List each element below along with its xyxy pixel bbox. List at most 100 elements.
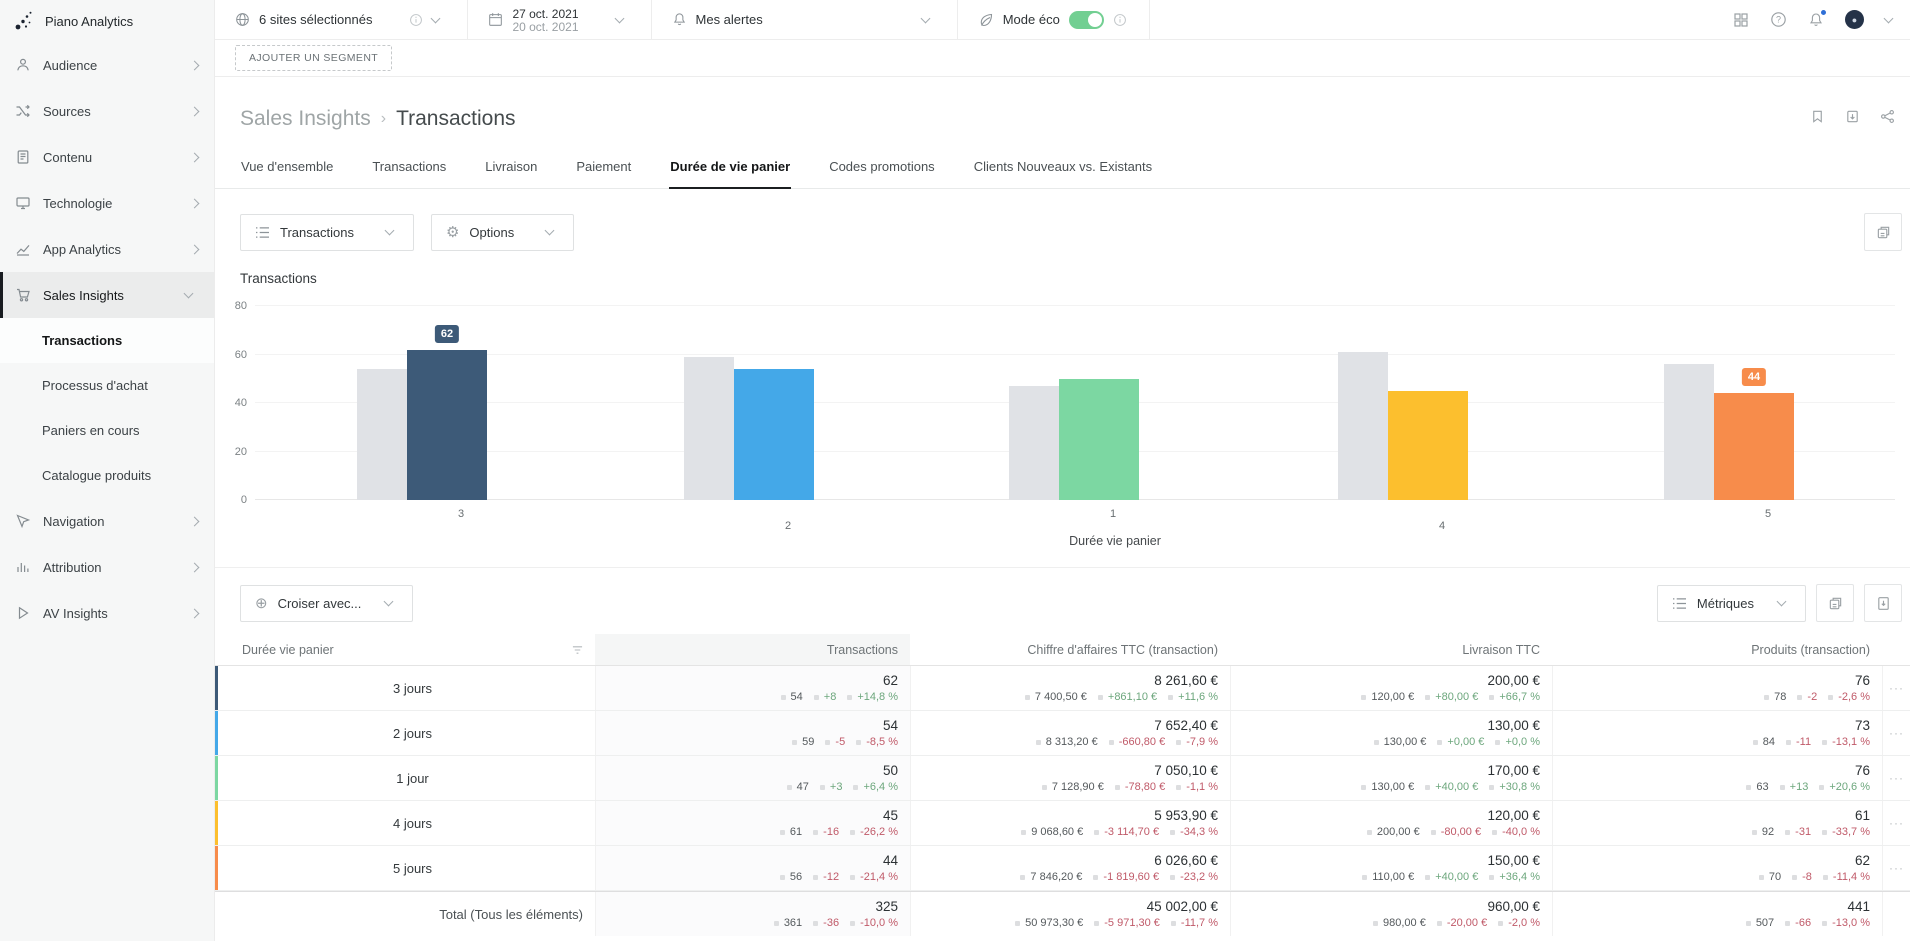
row-label-cell: 1 jour (215, 756, 595, 800)
tab-codes-promotions[interactable]: Codes promotions (828, 149, 936, 189)
bar-previous-period[interactable] (1664, 364, 1714, 500)
row-actions-button[interactable]: ··· (1882, 801, 1910, 845)
comparison-value: -11,7 % (1181, 917, 1218, 929)
comparison-value: -26,2 % (860, 826, 898, 838)
column-header-chiffre-d-affaires-ttc-transaction-[interactable]: Chiffre d'affaires TTC (transaction) (910, 634, 1230, 665)
site-selector[interactable]: 6 sites sélectionnés (215, 0, 468, 39)
metrics-dropdown[interactable]: Métriques (1657, 585, 1806, 622)
chevron-down-icon (545, 226, 555, 236)
tab-vue-d-ensemble[interactable]: Vue d'ensemble (240, 149, 334, 189)
metric-comparison: 507-66-13,0 % (1746, 917, 1870, 929)
sidebar-item-attribution[interactable]: Attribution (0, 544, 214, 590)
comparison-value: 200,00 € (1377, 826, 1420, 838)
bar-previous-period[interactable] (1009, 386, 1059, 500)
sidebar-item-sales-insights[interactable]: Sales Insights (0, 272, 214, 318)
tab-transactions[interactable]: Transactions (371, 149, 447, 189)
metric-cell: 7663+13+20,6 % (1552, 756, 1882, 800)
comparison-bullet-icon (1025, 695, 1030, 700)
download-table-button[interactable] (1864, 584, 1902, 622)
bar-previous-period[interactable] (1338, 352, 1388, 500)
piano-analytics-logo-icon (14, 10, 36, 32)
sidebar-item-label: Sources (43, 104, 191, 119)
cross-with-dropdown[interactable]: ⊕ Croiser avec... (240, 585, 413, 622)
notifications-button[interactable] (1808, 12, 1824, 28)
column-header-produits-transaction-[interactable]: Produits (transaction) (1552, 634, 1882, 665)
user-menu[interactable]: ● (1845, 10, 1864, 29)
sidebar-subitem-transactions[interactable]: Transactions (0, 318, 214, 363)
comparison-value: +20,6 % (1829, 781, 1870, 793)
sidebar-subitem-processus-d-achat[interactable]: Processus d'achat (0, 363, 214, 408)
bar-current-period[interactable] (1714, 393, 1794, 500)
metric-cell: 4456-12-21,4 % (595, 846, 910, 890)
sidebar-subitem-catalogue-produits[interactable]: Catalogue produits (0, 453, 214, 498)
tab-livraison[interactable]: Livraison (484, 149, 538, 189)
column-header-transactions[interactable]: Transactions (595, 634, 910, 665)
options-dropdown[interactable]: ⚙ Options (431, 214, 574, 251)
alerts-selector[interactable]: Mes alertes (652, 0, 958, 39)
sidebar-item-av-insights[interactable]: AV Insights (0, 590, 214, 636)
av-insights-icon (15, 605, 31, 621)
help-button[interactable]: ? (1770, 11, 1787, 28)
comparison-value: 56 (790, 871, 802, 883)
metric-comparison: 980,00 €-20,00 €-2,0 % (1373, 917, 1540, 929)
topbar-right: ? ● (1733, 0, 1910, 39)
brand[interactable]: Piano Analytics (0, 0, 214, 42)
sidebar-item-technologie[interactable]: Technologie (0, 180, 214, 226)
bar-previous-period[interactable] (357, 369, 407, 500)
sidebar-item-sources[interactable]: Sources (0, 88, 214, 134)
column-header-dur-e-vie-panier[interactable]: Durée vie panier (215, 634, 595, 665)
comparison-value: -31 (1795, 826, 1811, 838)
bar-previous-period[interactable] (684, 357, 734, 500)
comparison-value: 50 973,30 € (1025, 917, 1083, 929)
column-header-livraison-ttc[interactable]: Livraison TTC (1230, 634, 1552, 665)
sidebar-item-app-analytics[interactable]: App Analytics (0, 226, 214, 272)
duplicate-table-button[interactable] (1816, 584, 1854, 622)
breadcrumb-parent[interactable]: Sales Insights (240, 107, 371, 131)
comparison-bullet-icon (1498, 921, 1503, 926)
metric-value: 76 (1855, 673, 1870, 688)
comparison-value: -2 (1807, 691, 1817, 703)
row-actions-button[interactable]: ··· (1882, 756, 1910, 800)
tab-dur-e-de-vie-panier[interactable]: Durée de vie panier (669, 149, 791, 189)
row-actions-button[interactable]: ··· (1882, 666, 1910, 710)
comparison-value: -40,0 % (1502, 826, 1540, 838)
bar-current-period[interactable] (407, 350, 487, 500)
dataset-dropdown[interactable]: Transactions (240, 214, 414, 251)
comparison-bullet-icon (774, 921, 779, 926)
comparison-value: +40,00 € (1435, 871, 1478, 883)
sidebar-item-navigation[interactable]: Navigation (0, 498, 214, 544)
comparison-value: -36 (823, 917, 839, 929)
bookmark-button[interactable] (1810, 109, 1825, 124)
comparison-value: -13,1 % (1832, 736, 1870, 748)
sidebar-subitem-paniers-en-cours[interactable]: Paniers en cours (0, 408, 214, 453)
eco-mode-toggle[interactable] (1069, 11, 1104, 29)
metric-value: 150,00 € (1487, 853, 1540, 868)
duplicate-chart-button[interactable] (1864, 213, 1902, 251)
copy-icon (1828, 596, 1843, 611)
bar-current-period[interactable] (1059, 379, 1139, 500)
tab-clients-nouveaux-vs-existants[interactable]: Clients Nouveaux vs. Existants (973, 149, 1153, 189)
metric-value: 62 (883, 673, 898, 688)
row-actions-button[interactable]: ··· (1882, 711, 1910, 755)
comparison-bullet-icon (1361, 785, 1366, 790)
share-button[interactable] (1880, 109, 1895, 124)
sidebar: Piano Analytics Audience Sources ContenuTe… (0, 0, 215, 941)
download-file-icon (1876, 596, 1891, 611)
filter-icon[interactable] (572, 645, 583, 655)
tab-paiement[interactable]: Paiement (575, 149, 632, 189)
metric-comparison: 92-31-33,7 % (1752, 826, 1870, 838)
apps-grid-button[interactable] (1733, 12, 1749, 28)
comparison-bullet-icon (781, 695, 786, 700)
date-range-picker[interactable]: 27 oct. 2021 20 oct. 2021 (468, 0, 651, 39)
comparison-bullet-icon (814, 695, 819, 700)
sidebar-item-audience[interactable]: Audience (0, 42, 214, 88)
table-row: 2 jours5459-5-8,5 %7 652,40 €8 313,20 €-… (215, 711, 1910, 756)
bar-current-period[interactable] (734, 369, 814, 500)
x-axis-tick: 4 (1439, 520, 1445, 532)
add-segment-button[interactable]: AJOUTER UN SEGMENT (235, 45, 392, 71)
row-actions-button[interactable]: ··· (1882, 846, 1910, 890)
sidebar-item-contenu[interactable]: Contenu (0, 134, 214, 180)
export-page-button[interactable] (1845, 109, 1860, 124)
row-label-cell: 2 jours (215, 711, 595, 755)
bar-current-period[interactable] (1388, 391, 1468, 500)
